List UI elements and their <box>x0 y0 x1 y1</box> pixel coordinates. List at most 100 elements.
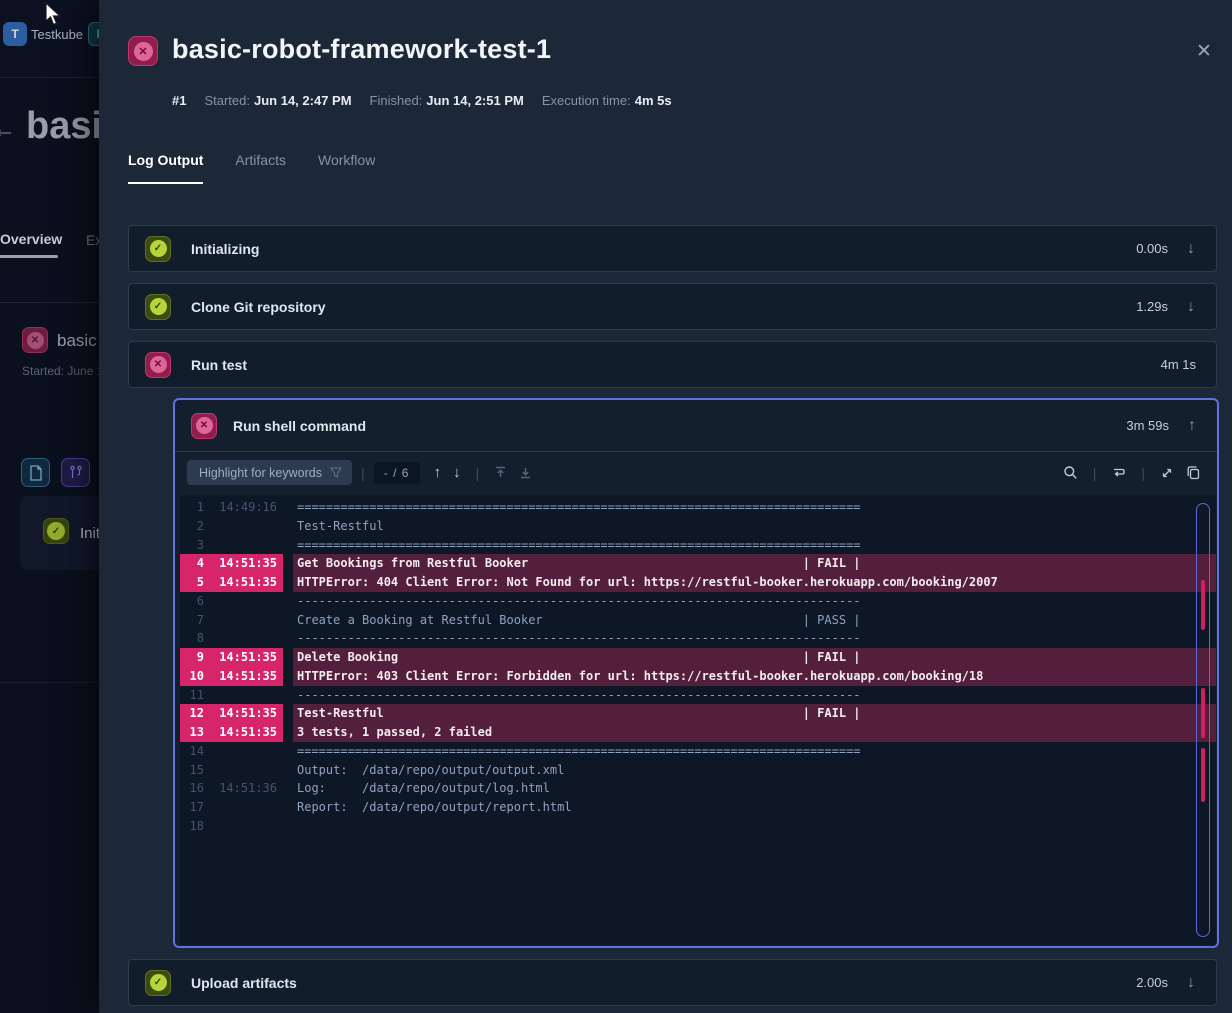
log-line: 1614:51:36Log: /data/repo/output/log.htm… <box>180 779 1216 798</box>
step-upload-artifacts[interactable]: ✓ Upload artifacts 2.00s ↓ <box>128 959 1217 1006</box>
tab-log-output[interactable]: Log Output <box>128 152 203 184</box>
check-icon: ✓ <box>150 298 167 315</box>
line-timestamp <box>204 629 283 648</box>
line-content: ========================================… <box>283 742 1216 761</box>
divider: | <box>1093 465 1097 481</box>
line-content: HTTPError: 404 Client Error: Not Found f… <box>293 573 1216 592</box>
line-number: 11 <box>180 686 204 705</box>
tab-artifacts[interactable]: Artifacts <box>235 152 286 184</box>
line-content: Test-Restful | FAIL | <box>293 704 1216 723</box>
line-timestamp <box>204 817 283 836</box>
step-run-test[interactable]: ✕ Run test 4m 1s <box>128 341 1217 388</box>
log-line: 6 ---------------------------------------… <box>180 592 1216 611</box>
drawer-tabs: Log Output Artifacts Workflow <box>128 152 375 184</box>
search-button[interactable] <box>1057 463 1084 482</box>
check-icon: ✓ <box>150 974 167 991</box>
line-number: 12 <box>180 704 204 723</box>
chevron-down-icon[interactable]: ↓ <box>1182 298 1200 316</box>
line-timestamp <box>204 611 283 630</box>
line-content: Report: /data/repo/output/report.html <box>283 798 1216 817</box>
line-content: Get Bookings from Restful Booker | FAIL … <box>293 554 1216 573</box>
arrow-to-top-icon <box>494 466 507 479</box>
log-line: 514:51:35HTTPError: 404 Client Error: No… <box>180 573 1216 592</box>
step-duration: 0.00s <box>1136 241 1168 256</box>
log-line: 3 =======================================… <box>180 536 1216 555</box>
tab-workflow[interactable]: Workflow <box>318 152 375 184</box>
expand-button[interactable] <box>1154 464 1180 482</box>
step-label: Clone Git repository <box>191 299 1136 315</box>
log-gutter: 1314:51:35 <box>180 723 283 742</box>
next-match-button[interactable]: ↓ <box>447 462 467 483</box>
log-line: 114:49:16===============================… <box>180 498 1216 517</box>
line-number: 5 <box>180 573 204 592</box>
log-gutter: 1214:51:35 <box>180 704 283 723</box>
mouse-cursor <box>44 2 62 28</box>
line-content: ========================================… <box>283 536 1216 555</box>
line-content: Output: /data/repo/output/output.xml <box>283 761 1216 780</box>
close-icon[interactable]: ✕ <box>1192 40 1216 63</box>
background-execution-subtitle: Started: June 1 <box>22 364 99 378</box>
background-tab-executions[interactable]: Ex <box>86 232 99 248</box>
line-number: 3 <box>180 536 204 555</box>
log-line: 17Report: /data/repo/output/report.html <box>180 798 1216 817</box>
search-icon <box>1063 465 1078 480</box>
line-number: 2 <box>180 517 204 536</box>
execution-number: #1 <box>172 93 186 108</box>
log-output-area: 114:49:16===============================… <box>180 495 1216 945</box>
line-number: 6 <box>180 592 204 611</box>
log-gutter: 914:51:35 <box>180 648 283 667</box>
passed-status-icon: ✓ <box>43 518 69 544</box>
log-scrollbar[interactable] <box>1196 503 1210 937</box>
line-content: ----------------------------------------… <box>283 686 1216 705</box>
word-wrap-button[interactable] <box>1105 464 1132 481</box>
run-shell-command-header[interactable]: ✕ Run shell command 3m 59s ↑ <box>175 400 1217 452</box>
previous-match-button[interactable]: ↑ <box>428 462 448 483</box>
line-content: Log: /data/repo/output/log.html <box>283 779 1216 798</box>
line-content: ----------------------------------------… <box>283 592 1216 611</box>
chevron-down-icon[interactable]: ↓ <box>1182 974 1200 992</box>
scroll-to-bottom-button[interactable] <box>513 464 538 481</box>
step-label: Upload artifacts <box>191 975 1136 991</box>
passed-status-icon: ✓ <box>145 294 171 320</box>
step-initializing[interactable]: ✓ Initializing 0.00s ↓ <box>128 225 1217 272</box>
step-label: Run test <box>191 357 1161 373</box>
log-gutter: 11 <box>180 686 283 705</box>
line-content: HTTPError: 403 Client Error: Forbidden f… <box>293 667 1216 686</box>
log-gutter: 7 <box>180 611 283 630</box>
cross-icon: ✕ <box>27 332 44 349</box>
log-line: 7Create a Booking at Restful Booker | PA… <box>180 611 1216 630</box>
line-timestamp: 14:51:35 <box>204 704 283 723</box>
line-number: 15 <box>180 761 204 780</box>
log-line: 1314:51:353 tests, 1 passed, 2 failed <box>180 723 1216 742</box>
line-number: 1 <box>180 498 204 517</box>
line-timestamp: 14:51:35 <box>204 554 283 573</box>
log-gutter: 3 <box>180 536 283 555</box>
step-clone-git-repository[interactable]: ✓ Clone Git repository 1.29s ↓ <box>128 283 1217 330</box>
chevron-down-icon[interactable]: ↓ <box>1182 240 1200 258</box>
background-page-title: basic <box>26 105 99 148</box>
log-line: 15 Output: /data/repo/output/output.xml <box>180 761 1216 780</box>
highlight-keywords-label: Highlight for keywords <box>199 466 322 480</box>
background-execution-title: basic <box>57 331 97 351</box>
step-label: Initializing <box>191 241 1136 257</box>
background-tab-overview[interactable]: Overview <box>0 231 62 247</box>
brand-label: Testkube <box>31 27 83 42</box>
line-number: 10 <box>180 667 204 686</box>
git-button[interactable] <box>61 458 90 487</box>
line-timestamp: 14:51:35 <box>204 667 283 686</box>
scroll-to-top-button[interactable] <box>488 464 513 481</box>
error-position-marker <box>1201 688 1205 737</box>
line-timestamp: 14:51:36 <box>204 779 283 798</box>
step-label: Run shell command <box>233 418 1126 434</box>
highlight-keywords-select[interactable]: Highlight for keywords <box>187 460 352 485</box>
error-position-marker <box>1201 580 1205 630</box>
passed-status-icon: ✓ <box>145 236 171 262</box>
chevron-up-icon[interactable]: ↑ <box>1183 417 1201 435</box>
testkube-logo-icon[interactable]: T <box>3 22 27 46</box>
back-arrow-icon[interactable]: ← <box>0 116 16 144</box>
cross-icon: ✕ <box>196 417 213 434</box>
secondary-logo-icon[interactable]: F <box>88 22 99 46</box>
copy-button[interactable] <box>1180 463 1207 482</box>
log-line: 11 --------------------------------------… <box>180 686 1216 705</box>
file-button[interactable] <box>21 458 50 487</box>
